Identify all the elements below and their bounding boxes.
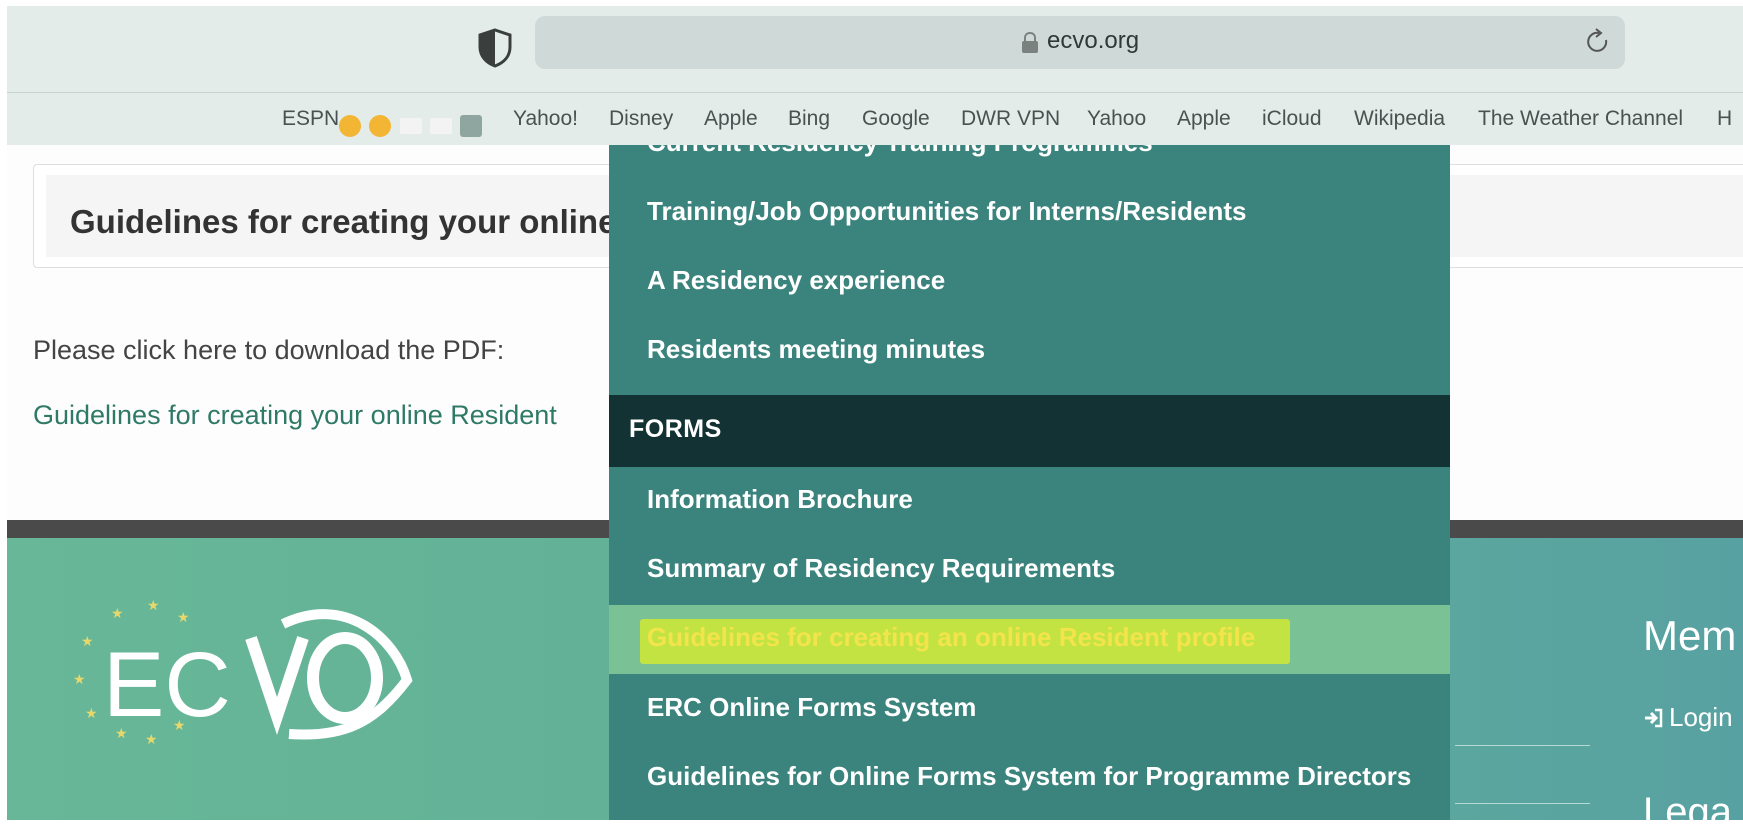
bookmark-h[interactable]: H	[1717, 107, 1732, 131]
reload-icon[interactable]	[1583, 27, 1613, 57]
bookmark-bing[interactable]: Bing	[788, 107, 830, 131]
footer-divider	[1455, 803, 1590, 804]
bookmark-icloud[interactable]: iCloud	[1262, 107, 1322, 131]
login-icon	[1645, 708, 1663, 728]
svg-text:★: ★	[81, 634, 94, 650]
pdf-download-link[interactable]: Guidelines for creating your online Resi…	[33, 400, 557, 431]
building-icon	[460, 115, 482, 137]
menu-item-information-brochure[interactable]: Information Brochure	[609, 467, 1450, 536]
dropdown-menu: Current Residency Training Programmes Tr…	[609, 145, 1450, 820]
svg-text:★: ★	[111, 606, 124, 622]
legal-heading: Lega	[1643, 790, 1732, 834]
url-text: ecvo.org	[1047, 27, 1140, 54]
menu-item-training-opportunities[interactable]: Training/Job Opportunities for Interns/R…	[609, 179, 1450, 248]
members-heading: Mem	[1643, 612, 1737, 659]
svg-text:★: ★	[147, 598, 160, 614]
bookmark-weather-channel[interactable]: The Weather Channel	[1478, 107, 1683, 131]
menu-item-programme-directors-guidelines[interactable]: Guidelines for Online Forms System for P…	[609, 744, 1450, 813]
bookmark-disney[interactable]: Disney	[609, 107, 673, 131]
bookmarks-bar: ESPN Yahoo! Disney Apple Bing Google DWR…	[7, 93, 1743, 145]
login-label: Login	[1669, 702, 1733, 732]
menu-item-erc-online-forms[interactable]: ERC Online Forms System	[609, 675, 1450, 744]
menu-item-residency-requirements[interactable]: Summary of Residency Requirements	[609, 536, 1450, 605]
svg-text:★: ★	[177, 610, 190, 626]
kiss-emoji-icon	[369, 115, 391, 137]
bookmark-wikipedia[interactable]: Wikipedia	[1354, 107, 1445, 131]
menu-item-residency-experience[interactable]: A Residency experience	[609, 248, 1450, 317]
page-title: Guidelines for creating your online	[70, 203, 617, 240]
ecvo-logo[interactable]: ★ ★★ ★★★ ★ ★★ EC	[45, 598, 415, 748]
bookmark-dwr-vpn[interactable]: DWR VPN	[961, 107, 1060, 131]
browser-chrome: ecvo.org ESPN Yahoo! Disney Apple Bing G…	[7, 6, 1743, 145]
address-bar[interactable]: ecvo.org	[535, 16, 1625, 69]
svg-text:★: ★	[85, 706, 98, 722]
bookmark-yahoo-exclaim[interactable]: Yahoo!	[513, 107, 578, 131]
privacy-shield-icon[interactable]	[477, 28, 513, 68]
login-link[interactable]: Login	[1643, 702, 1733, 733]
bookmark-apple-2[interactable]: Apple	[1177, 107, 1231, 131]
pdf-prompt: Please click here to download the PDF:	[33, 335, 505, 365]
japan-flag-icon	[400, 118, 422, 134]
menu-item-current-programmes[interactable]: Current Residency Training Programmes	[609, 145, 1450, 179]
bookmark-yahoo[interactable]: Yahoo	[1087, 107, 1146, 131]
japan-flag-icon	[430, 118, 452, 134]
kiss-emoji-icon	[339, 115, 361, 137]
browser-toolbar: ecvo.org	[7, 6, 1743, 92]
bookmark-google[interactable]: Google	[862, 107, 930, 131]
logo-text: EC	[103, 634, 231, 736]
bookmark-apple[interactable]: Apple	[704, 107, 758, 131]
svg-text:★: ★	[73, 672, 86, 688]
menu-item-resident-profile-guidelines[interactable]: Guidelines for creating an online Reside…	[609, 605, 1450, 674]
menu-item-meeting-minutes[interactable]: Residents meeting minutes	[609, 317, 1450, 386]
footer-divider	[1455, 745, 1590, 746]
menu-section-forms: FORMS	[609, 395, 1450, 467]
bookmark-espn[interactable]: ESPN	[282, 107, 339, 131]
lock-icon	[1022, 32, 1038, 53]
